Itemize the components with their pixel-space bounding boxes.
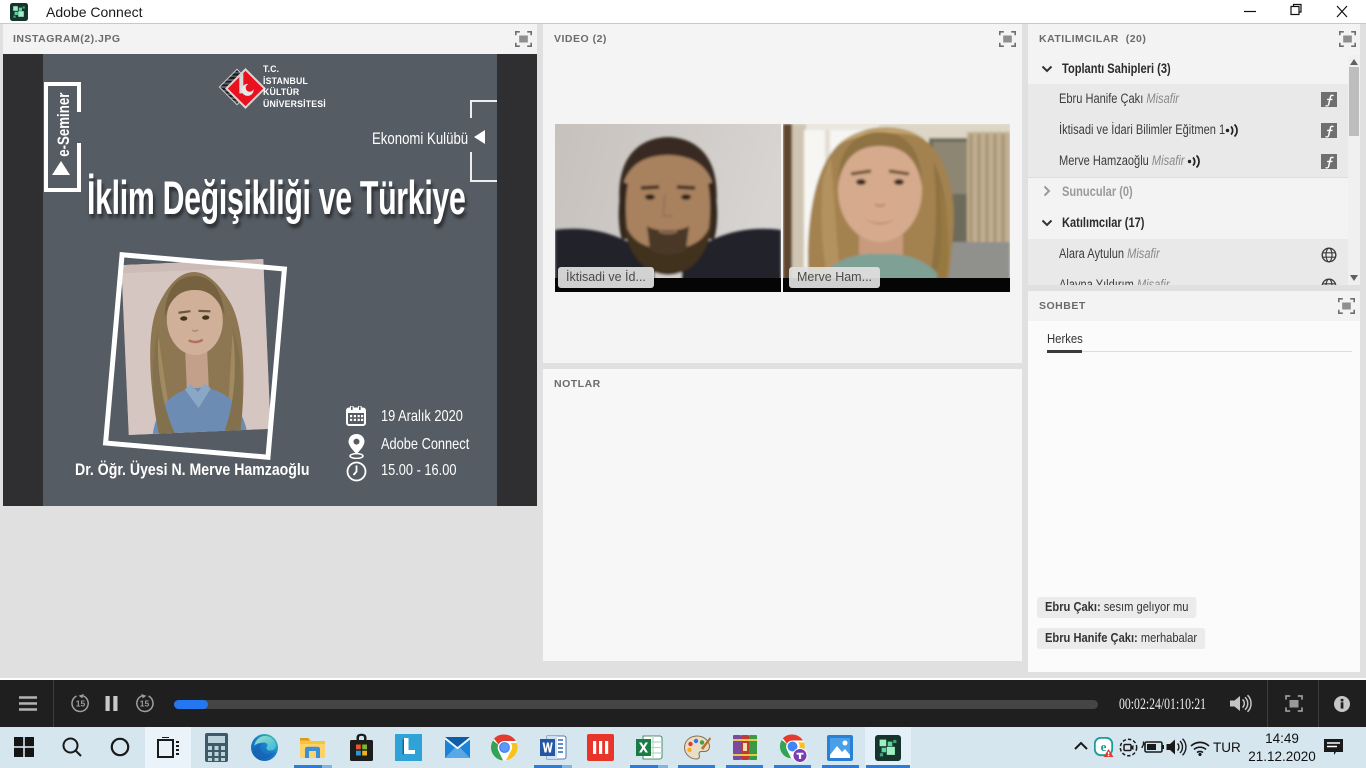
svg-text:e: e (1101, 739, 1107, 754)
svg-text:15: 15 (140, 699, 150, 709)
svg-text:15: 15 (76, 699, 86, 709)
